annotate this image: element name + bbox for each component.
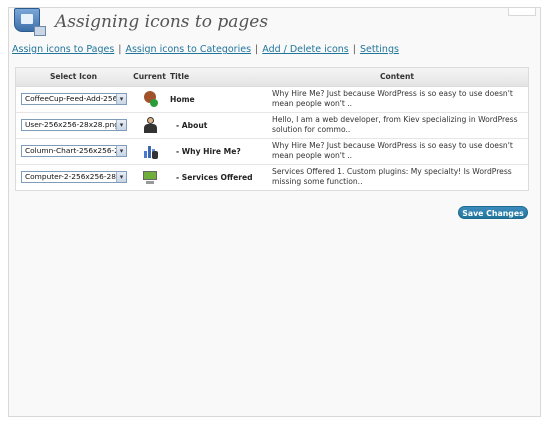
header-title: Title bbox=[168, 68, 266, 87]
row-title: - About bbox=[168, 112, 266, 139]
nav-separator: | bbox=[255, 44, 259, 55]
feed-add-icon bbox=[142, 91, 158, 107]
table-row: User-256x256-28x28.png ▾ - About Hello, I… bbox=[16, 112, 528, 139]
icon-select-value: CoffeeCup-Feed-Add-256 bbox=[25, 94, 118, 103]
computer-icon bbox=[142, 169, 158, 185]
icon-select[interactable]: CoffeeCup-Feed-Add-256 ▾ bbox=[21, 93, 127, 105]
nav-add-delete-icons-link[interactable]: Add / Delete icons bbox=[262, 44, 349, 55]
icon-select-value: Column-Chart-256x256-2 bbox=[25, 146, 119, 155]
page-title: Assigning icons to pages bbox=[55, 12, 269, 32]
nav-assign-pages-link[interactable]: Assign icons to Pages bbox=[12, 44, 114, 55]
nav-separator: | bbox=[118, 44, 122, 55]
header-select-icon: Select Icon bbox=[16, 68, 131, 87]
row-content: Why Hire Me? Just because WordPress is s… bbox=[266, 138, 528, 165]
header-content: Content bbox=[266, 68, 528, 87]
row-content: Why Hire Me? Just because WordPress is s… bbox=[266, 86, 528, 113]
icon-select-value: Computer-2-256x256-28 bbox=[25, 172, 116, 182]
table-row: CoffeeCup-Feed-Add-256 ▾ Home Why Hire Me… bbox=[16, 86, 528, 113]
corner-tab[interactable] bbox=[508, 8, 536, 16]
chevron-down-icon[interactable]: ▾ bbox=[116, 120, 126, 130]
user-icon bbox=[142, 117, 158, 133]
row-content: Hello, I am a web developer, from Kiev s… bbox=[266, 112, 528, 139]
table-row: Computer-2-256x256-28 ▾ - Services Offere… bbox=[16, 164, 528, 190]
plugin-logo-icon bbox=[12, 8, 46, 36]
nav-separator: | bbox=[352, 44, 356, 55]
table-row: Column-Chart-256x256-2 ▾ - Why Hire Me? W… bbox=[16, 138, 528, 165]
icon-select-value: User-256x256-28x28.png bbox=[25, 120, 119, 129]
subnav: Assign icons to Pages | Assign icons to Ca… bbox=[12, 44, 399, 55]
icon-select[interactable]: Column-Chart-256x256-2 ▾ bbox=[21, 145, 127, 157]
chevron-down-icon[interactable]: ▾ bbox=[116, 172, 126, 183]
save-changes-button[interactable]: Save Changes bbox=[458, 206, 528, 219]
row-title: - Services Offered bbox=[176, 172, 253, 182]
row-title: - Why Hire Me? bbox=[168, 138, 266, 165]
icon-select[interactable]: Computer-2-256x256-28 ▾ bbox=[21, 171, 127, 184]
column-chart-icon bbox=[142, 143, 158, 159]
chevron-down-icon[interactable]: ▾ bbox=[116, 94, 126, 104]
row-title: Home bbox=[168, 86, 266, 113]
icons-table: Select Icon Current Title Content Coffee… bbox=[15, 67, 529, 191]
page-header: Assigning icons to pages bbox=[12, 8, 268, 36]
table-header-row: Select Icon Current Title Content bbox=[16, 68, 528, 87]
header-current: Current bbox=[131, 68, 168, 87]
nav-assign-categories-link[interactable]: Assign icons to Categories bbox=[125, 44, 251, 55]
chevron-down-icon[interactable]: ▾ bbox=[116, 146, 126, 156]
icon-select[interactable]: User-256x256-28x28.png ▾ bbox=[21, 119, 127, 131]
nav-settings-link[interactable]: Settings bbox=[360, 44, 399, 55]
row-content: Services Offered 1. Custom plugins: My s… bbox=[272, 167, 512, 187]
